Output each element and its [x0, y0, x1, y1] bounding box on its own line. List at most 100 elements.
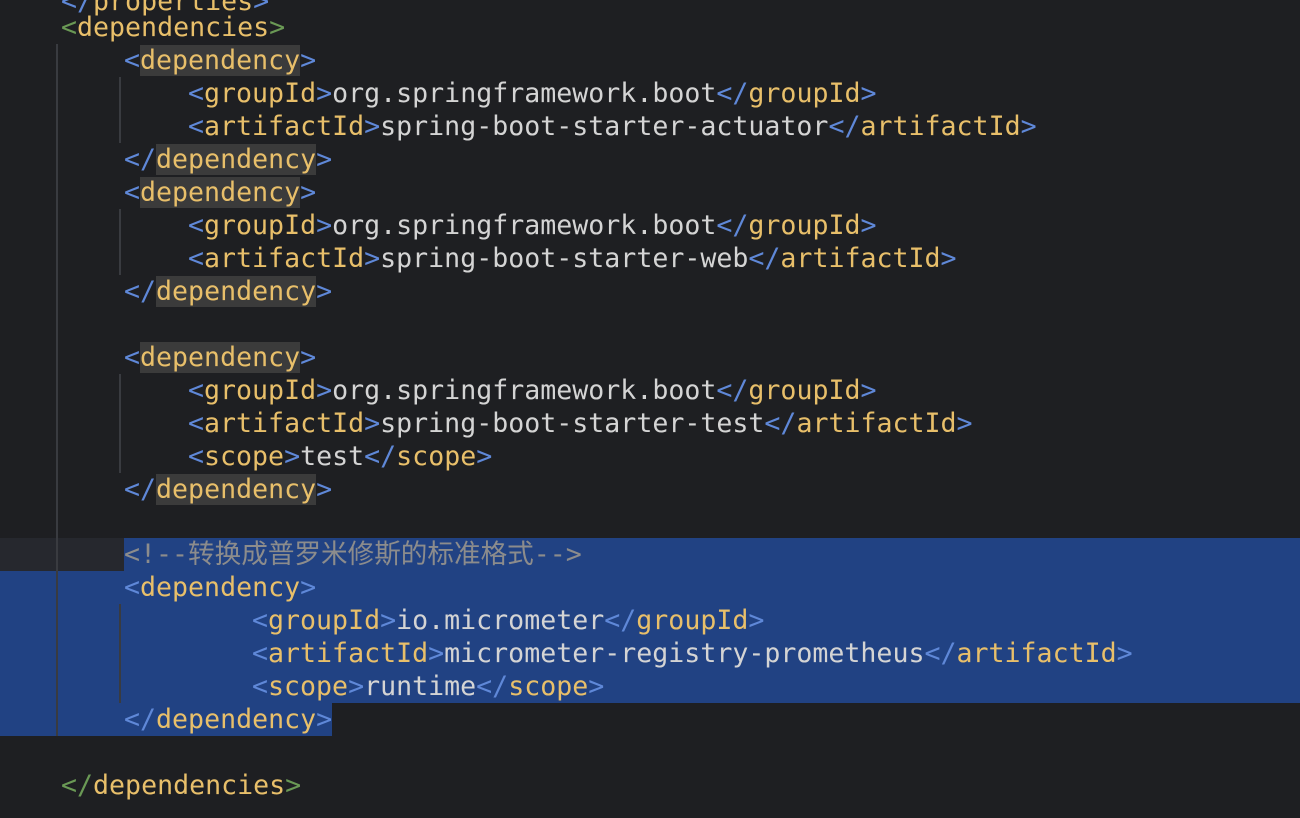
code-line[interactable]: <dependency>: [0, 44, 1300, 77]
code-line-content: </dependency>: [124, 143, 332, 176]
tag-bracket: </: [124, 144, 157, 175]
tag-bracket: </: [764, 408, 797, 439]
tag-bracket: <: [188, 243, 205, 274]
code-line-content: <artifactId>spring-boot-starter-test</ar…: [188, 407, 973, 440]
code-line[interactable]: <dependencies>: [0, 11, 1300, 44]
tag-name: dependency: [140, 572, 301, 603]
tag-name: dependency: [156, 144, 317, 175]
end-tag-name: scope: [396, 441, 477, 472]
code-line[interactable]: <dependency>: [0, 341, 1300, 374]
code-line[interactable]: <dependency>: [0, 176, 1300, 209]
tag-bracket: </: [364, 441, 397, 472]
tag-bracket: <: [124, 177, 141, 208]
code-line[interactable]: <scope>test</scope>: [0, 440, 1300, 473]
code-line[interactable]: </dependency>: [0, 703, 1300, 736]
tag-name: groupId: [204, 375, 317, 406]
end-tag-name: artifactId: [956, 638, 1117, 669]
end-tag-name: artifactId: [860, 111, 1021, 142]
tag-bracket: >: [860, 210, 877, 241]
tag-bracket: >: [316, 210, 333, 241]
code-line-content: <dependencies>: [61, 11, 285, 44]
code-line[interactable]: <groupId>io.micrometer</groupId>: [0, 604, 1300, 637]
tag-bracket: <: [188, 408, 205, 439]
code-line-content: <dependency>: [124, 44, 316, 77]
code-line-content: <scope>runtime</scope>: [252, 670, 604, 703]
code-line[interactable]: <groupId>org.springframework.boot</group…: [0, 374, 1300, 407]
tag-bracket: <: [61, 12, 78, 43]
tag-name: dependency: [140, 177, 301, 208]
tag-bracket: <: [124, 45, 141, 76]
tag-bracket: </: [716, 210, 749, 241]
code-line-content: </dependency>: [124, 275, 332, 308]
tag-bracket: >: [588, 671, 605, 702]
tag-bracket: >: [300, 45, 317, 76]
code-line[interactable]: <dependency>: [0, 571, 1300, 604]
tag-bracket: >: [348, 671, 365, 702]
tag-bracket: >: [380, 605, 397, 636]
tag-name: artifactId: [204, 243, 365, 274]
tag-value: io.micrometer: [396, 605, 605, 636]
code-line-content: <artifactId>micrometer-registry-promethe…: [252, 637, 1133, 670]
code-line[interactable]: <scope>runtime</scope>: [0, 670, 1300, 703]
tag-bracket: </: [748, 243, 781, 274]
tag-name: groupId: [268, 605, 381, 636]
code-line-content: </dependency>: [124, 703, 332, 736]
code-line[interactable]: </dependency>: [0, 143, 1300, 176]
tag-bracket: >: [1020, 111, 1037, 142]
code-line[interactable]: <groupId>org.springframework.boot</group…: [0, 209, 1300, 242]
tag-bracket: >: [860, 375, 877, 406]
tag-bracket: >: [748, 605, 765, 636]
tag-bracket: </: [716, 375, 749, 406]
code-line[interactable]: </dependencies>: [0, 769, 1300, 802]
tag-bracket: >: [956, 408, 973, 439]
tag-bracket: </: [124, 276, 157, 307]
tag-name: dependency: [156, 276, 317, 307]
tag-bracket: <: [252, 605, 269, 636]
tag-name: dependency: [140, 45, 301, 76]
tag-bracket: >: [316, 704, 333, 735]
end-tag-name: scope: [508, 671, 589, 702]
tag-bracket: <: [188, 375, 205, 406]
tag-value: spring-boot-starter-test: [380, 408, 765, 439]
code-editor[interactable]: </properties> <dependencies> <dependency> <…: [0, 0, 1300, 818]
code-line[interactable]: <artifactId>spring-boot-starter-test</ar…: [0, 407, 1300, 440]
code-line-content: <artifactId>spring-boot-starter-actuator…: [188, 110, 1037, 143]
tag-value: spring-boot-starter-actuator: [380, 111, 829, 142]
tag-bracket: >: [269, 12, 286, 43]
tag-name: dependencies: [77, 12, 270, 43]
code-line[interactable]: <artifactId>spring-boot-starter-web</art…: [0, 242, 1300, 275]
tag-bracket: <: [252, 638, 269, 669]
tag-bracket: >: [316, 375, 333, 406]
tag-name: artifactId: [268, 638, 429, 669]
tag-bracket: >: [1116, 638, 1133, 669]
tag-value: org.springframework.boot: [332, 210, 717, 241]
tag-bracket: </: [604, 605, 637, 636]
code-line-content: <!--转换成普罗米修斯的标准格式-->: [124, 538, 582, 571]
code-line-content: <scope>test</scope>: [188, 440, 492, 473]
code-line[interactable]: </dependency>: [0, 275, 1300, 308]
end-tag-name: artifactId: [796, 408, 957, 439]
tag-value: runtime: [364, 671, 477, 702]
tag-bracket: </: [716, 78, 749, 109]
code-line[interactable]: </dependency>: [0, 473, 1300, 506]
tag-name: groupId: [204, 210, 317, 241]
tag-bracket: </: [61, 770, 94, 801]
tag-bracket: >: [300, 177, 317, 208]
code-line[interactable]: <!--转换成普罗米修斯的标准格式-->: [0, 538, 1300, 571]
code-line-content: <groupId>org.springframework.boot</group…: [188, 209, 877, 242]
tag-bracket: <: [188, 441, 205, 472]
tag-bracket: <: [188, 210, 205, 241]
code-line-content: <groupId>org.springframework.boot</group…: [188, 374, 877, 407]
end-tag-name: groupId: [748, 210, 861, 241]
code-line[interactable]: <artifactId>micrometer-registry-promethe…: [0, 637, 1300, 670]
tag-bracket: >: [364, 243, 381, 274]
end-tag-name: groupId: [748, 78, 861, 109]
tag-bracket: >: [860, 78, 877, 109]
code-line[interactable]: <artifactId>spring-boot-starter-actuator…: [0, 110, 1300, 143]
tag-bracket: >: [428, 638, 445, 669]
tag-name: groupId: [204, 78, 317, 109]
code-line[interactable]: <groupId>org.springframework.boot</group…: [0, 77, 1300, 110]
tag-value: org.springframework.boot: [332, 78, 717, 109]
tag-bracket: >: [300, 572, 317, 603]
code-line-content: <dependency>: [124, 341, 316, 374]
